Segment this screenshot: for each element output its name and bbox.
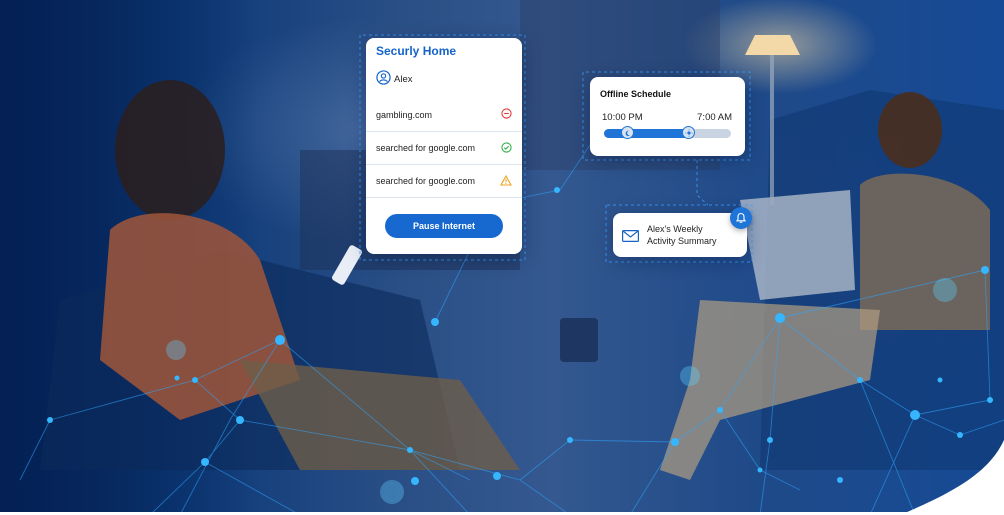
pause-internet-button[interactable]: Pause Internet	[385, 214, 503, 238]
warning-icon	[500, 174, 512, 188]
end-time-handle[interactable]	[682, 126, 695, 139]
activity-text: searched for google.com	[376, 143, 476, 153]
sun-icon	[684, 124, 693, 142]
divider	[366, 197, 522, 198]
start-time-handle[interactable]	[621, 126, 634, 139]
hero-stage: Securly Home Alex gambling.com searched …	[0, 0, 1004, 515]
summary-line-2: Activity Summary	[647, 235, 717, 246]
end-time: 7:00 AM	[697, 112, 732, 123]
weekly-summary-card[interactable]: Alex's Weekly Activity Summary	[613, 213, 747, 257]
summary-line-1: Alex's Weekly	[647, 224, 703, 234]
activity-text: gambling.com	[376, 109, 433, 120]
activity-row[interactable]: gambling.com	[366, 98, 522, 131]
activity-row[interactable]: searched for google.com	[366, 131, 522, 164]
card-title: Offline Schedule	[600, 89, 672, 99]
user-icon	[376, 70, 391, 88]
offline-schedule-card: Offline Schedule 10:00 PM 7:00 AM	[590, 77, 745, 156]
start-time: 10:00 PM	[602, 112, 643, 123]
securly-home-card: Securly Home Alex gambling.com searched …	[366, 38, 522, 254]
mail-icon	[622, 229, 640, 247]
activity-text: searched for google.com	[376, 176, 476, 186]
activity-row[interactable]: searched for google.com	[366, 164, 522, 197]
schedule-range	[604, 129, 690, 138]
profile-name: Alex	[394, 73, 413, 85]
blocked-icon	[501, 108, 512, 121]
check-circle-icon	[501, 141, 512, 155]
card-title: Securly Home	[376, 44, 457, 58]
bell-icon[interactable]	[730, 207, 752, 229]
moon-icon	[624, 124, 631, 142]
profile-row[interactable]: Alex	[376, 70, 412, 88]
